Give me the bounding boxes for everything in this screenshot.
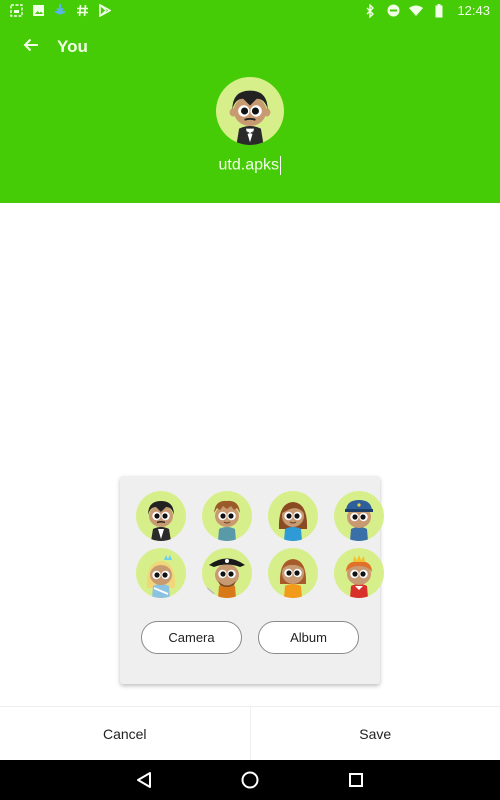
nav-home-button[interactable] [238,768,262,792]
screen: 12:43 You utd.apks Camera Album Cancel S… [0,0,500,800]
status-bar: 12:43 [0,0,500,24]
download-icon [53,3,67,17]
text-cursor [279,156,282,175]
album-button[interactable]: Album [258,621,359,654]
screenshot-icon [9,3,23,17]
nav-back-button[interactable] [132,768,156,792]
save-button[interactable]: Save [251,707,500,760]
arrow-left-icon [23,38,39,57]
prince-avatar-icon [346,555,372,598]
camera-button[interactable]: Camera [141,621,242,654]
pirate-avatar-icon [206,558,245,598]
avatar-option-vampire[interactable] [136,491,186,541]
avatar-grid [136,491,384,598]
avatar-option-prince[interactable] [334,548,384,598]
avatar-option-princess[interactable] [136,548,186,598]
do-not-disturb-icon [386,4,400,18]
back-triangle-icon [137,772,151,788]
home-circle-icon [241,771,259,789]
profile-header: 12:43 You utd.apks [0,0,500,203]
avatar-option-police[interactable] [334,491,384,541]
username-text: utd.apks [218,156,279,174]
vampire-avatar-icon [148,501,174,541]
bluetooth-icon [363,3,377,18]
avatar-picker-dialog: Camera Album [120,476,384,684]
boy-avatar-icon [214,500,240,541]
vampire-avatar-icon [229,90,271,145]
username-input[interactable]: utd.apks [150,156,350,180]
girl-avatar-icon [278,502,308,541]
image-icon [31,3,45,17]
page-title: You [57,37,88,56]
battery-icon [432,3,446,18]
girl-orange-avatar-icon [279,559,307,598]
profile-avatar[interactable] [216,77,284,145]
princess-avatar-icon [146,555,176,598]
avatar-option-boy[interactable] [202,491,252,541]
avatar-option-girl-orange[interactable] [268,548,318,598]
police-avatar-icon [345,500,373,541]
wifi-icon [409,4,424,18]
hashtag-icon [75,3,89,17]
clock: 12:43 [457,3,490,18]
toolbar: You [0,28,500,66]
recents-square-icon [349,773,363,787]
cancel-button[interactable]: Cancel [0,707,251,760]
back-button[interactable] [18,34,44,60]
action-bar: Cancel Save [0,706,500,760]
avatar-option-pirate[interactable] [202,548,252,598]
nav-recents-button[interactable] [344,768,368,792]
system-nav-bar [0,760,500,800]
play-store-icon [97,3,111,17]
avatar-option-girl-long-hair[interactable] [268,491,318,541]
